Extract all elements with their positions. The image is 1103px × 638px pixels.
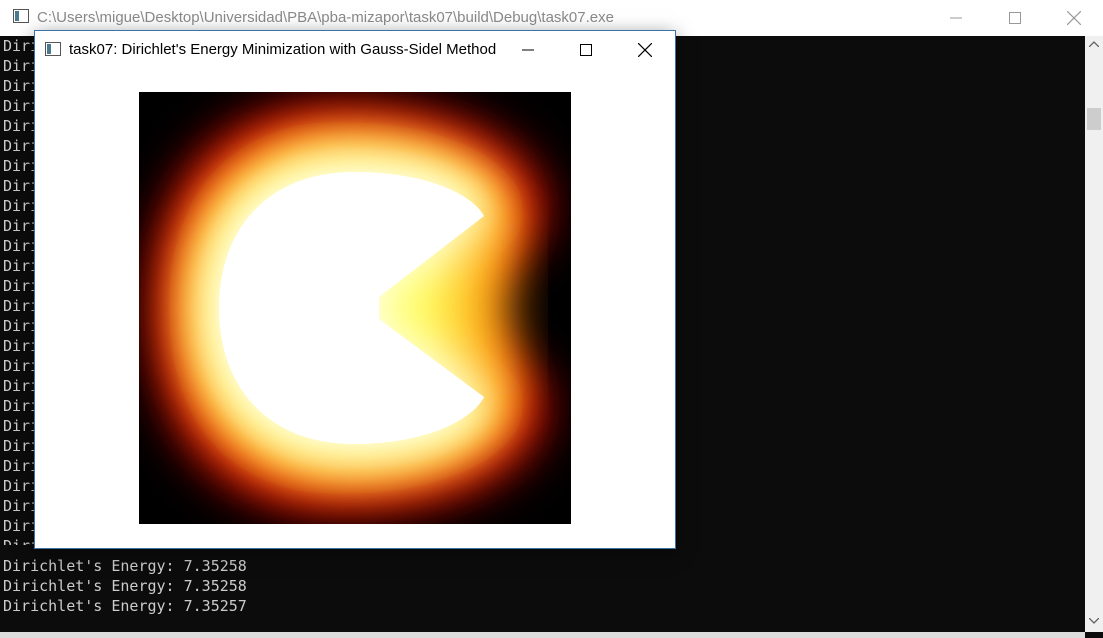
maximize-icon (1009, 12, 1021, 24)
maximize-icon (580, 43, 592, 56)
close-icon (1067, 11, 1081, 25)
console-line: Dirichlet's Energy: 7.35257 (3, 597, 247, 615)
console-line: Dirichlet's Energy: 7.35258 (3, 557, 247, 575)
console-line: Dirichlet's Energy: 7.35258 (3, 577, 247, 595)
console-minimize-button[interactable] (927, 0, 985, 36)
heatmap-visualization (139, 92, 571, 524)
scroll-up-icon[interactable] (1089, 41, 1099, 47)
console-app-icon (13, 9, 29, 23)
console-scrollbar[interactable] (1085, 36, 1103, 632)
gl-app-icon (45, 42, 61, 56)
console-close-button[interactable] (1045, 0, 1103, 36)
gl-minimize-button[interactable] (499, 31, 557, 68)
heatmap-canvas[interactable] (139, 92, 571, 524)
console-maximize-button[interactable] (986, 0, 1044, 36)
scroll-down-icon[interactable] (1089, 618, 1099, 624)
minimize-icon (950, 17, 962, 19)
scrollbar-thumb[interactable] (1087, 108, 1101, 130)
close-icon (638, 42, 652, 57)
gl-window-titlebar[interactable]: task07: Dirichlet's Energy Minimization … (35, 31, 675, 68)
gl-maximize-button[interactable] (557, 31, 615, 68)
gl-window[interactable]: task07: Dirichlet's Energy Minimization … (35, 31, 675, 548)
gl-close-button[interactable] (616, 31, 674, 68)
minimize-icon (522, 49, 534, 50)
console-window-title: C:\Users\migue\Desktop\Universidad\PBA\p… (37, 9, 614, 26)
taskbar-strip (0, 632, 1085, 638)
gl-window-title: task07: Dirichlet's Energy Minimization … (69, 41, 497, 58)
